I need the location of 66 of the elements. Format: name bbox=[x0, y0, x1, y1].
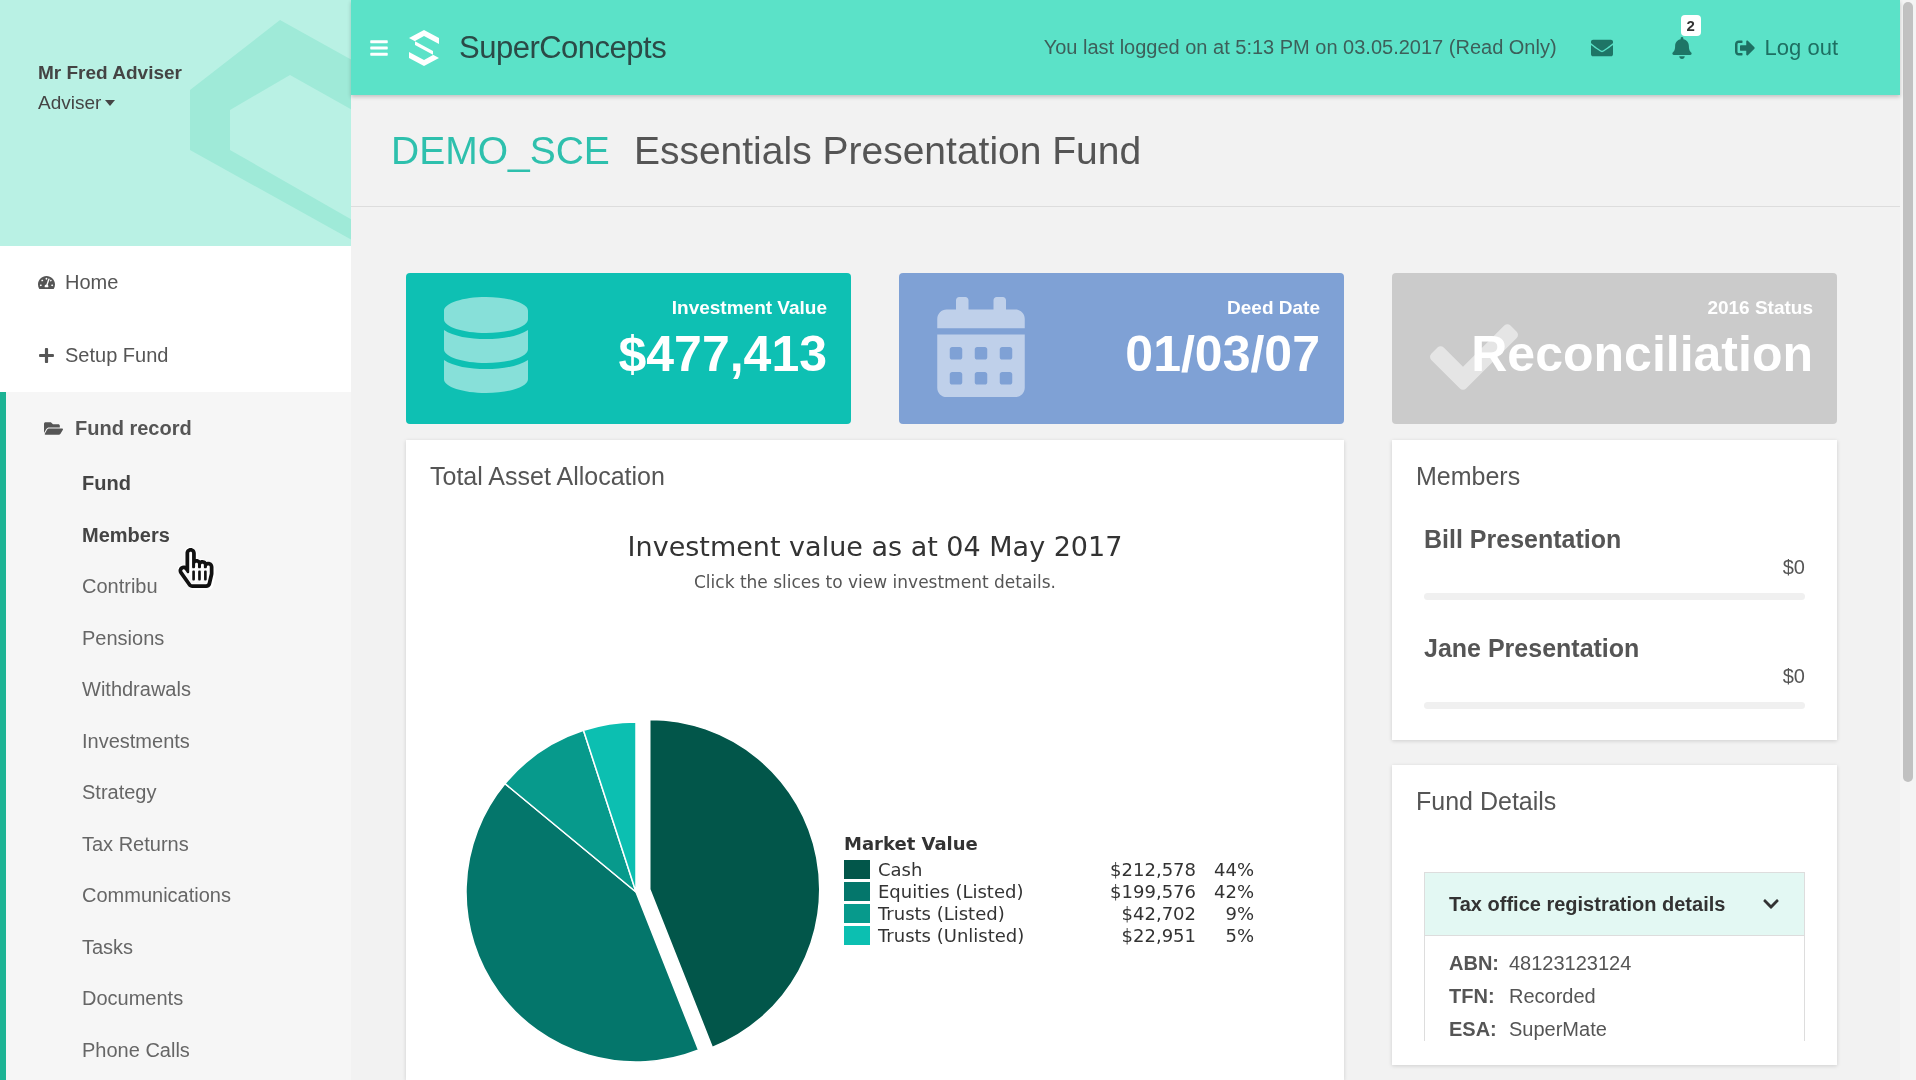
panel-title: Total Asset Allocation bbox=[430, 462, 665, 491]
member-balance: $0 bbox=[1781, 665, 1805, 688]
legend-percent: 5% bbox=[1224, 924, 1254, 946]
pie-slice[interactable] bbox=[504, 729, 637, 893]
nav-subitem[interactable]: Fund bbox=[82, 458, 131, 510]
nav-subitem[interactable]: Strategy bbox=[82, 767, 157, 819]
panel-title: Fund Details bbox=[1416, 787, 1558, 816]
chart-subtitle: Click the slices to view investment details. bbox=[693, 572, 1056, 592]
user-name: Mr Fred Adviser bbox=[38, 62, 183, 84]
role-dropdown[interactable]: Adviser bbox=[38, 92, 116, 114]
nav-subitem[interactable]: Documents bbox=[82, 973, 184, 1025]
pie-slice[interactable] bbox=[649, 718, 821, 1049]
nav-subitem[interactable]: Withdrawals bbox=[82, 664, 191, 716]
panel-title: Members bbox=[1416, 462, 1522, 491]
legend-label: Cash bbox=[878, 858, 924, 880]
fund-name: Essentials Presentation Fund bbox=[633, 128, 1142, 173]
pie-slice[interactable] bbox=[465, 782, 700, 1063]
legend-value: $199,576 bbox=[1109, 880, 1196, 902]
legend-label: Equities (Listed) bbox=[878, 880, 1025, 902]
fund-code: DEMO_SCE bbox=[391, 128, 610, 173]
legend-percent: 42% bbox=[1213, 880, 1254, 902]
member-name: Bill Presentation bbox=[1424, 525, 1623, 554]
detail-label: TFN: bbox=[1449, 985, 1496, 1008]
accordion-header[interactable]: Tax office registration details bbox=[1425, 873, 1804, 936]
detail-label: ABN: bbox=[1449, 952, 1500, 975]
nav-item[interactable]: Setup Fund bbox=[0, 319, 351, 392]
dashboard-icon bbox=[38, 274, 55, 291]
nav-subitem[interactable]: Tax Returns bbox=[82, 818, 189, 870]
nav-section[interactable]: Fund record bbox=[44, 406, 351, 450]
logout-button[interactable]: Log out bbox=[1728, 33, 1844, 62]
brand-name: SuperConcepts bbox=[459, 29, 667, 66]
hand-cursor-icon bbox=[176, 548, 216, 588]
legend-label: Trusts (Unlisted) bbox=[878, 924, 1025, 946]
member-balance: $0 bbox=[1781, 556, 1805, 579]
plus-icon bbox=[38, 347, 55, 364]
nav-subitem[interactable]: Communications bbox=[82, 870, 231, 922]
detail-label: ESA: bbox=[1449, 1018, 1498, 1041]
nav-subitem[interactable]: Members bbox=[82, 509, 170, 561]
caret-icon bbox=[105, 100, 116, 106]
detail-value: SuperMate bbox=[1509, 1018, 1608, 1041]
detail-value: 48123123124 bbox=[1509, 952, 1633, 975]
pie-slice[interactable] bbox=[582, 721, 637, 893]
chart-title: Investment value as at 04 May 2017 bbox=[627, 531, 1123, 562]
legend-title: Market Value bbox=[844, 832, 979, 854]
stat-value: 01/03/07 bbox=[1125, 325, 1320, 383]
detail-value: Recorded bbox=[1509, 985, 1597, 1008]
nav-item[interactable]: Home bbox=[0, 246, 351, 319]
notifications-button[interactable] bbox=[1670, 36, 1693, 59]
notification-count: 2 bbox=[1680, 14, 1701, 36]
member-name: Jane Presentation bbox=[1424, 634, 1641, 663]
nav-subitem[interactable]: Investments bbox=[82, 715, 190, 767]
nav-subitem[interactable]: Phone Calls bbox=[82, 1024, 190, 1076]
nav-subitem[interactable]: Tasks bbox=[82, 921, 134, 973]
logo-icon bbox=[407, 27, 441, 68]
legend-label: Trusts (Listed) bbox=[878, 902, 1006, 924]
legend-percent: 9% bbox=[1224, 902, 1254, 924]
nav-subitem[interactable]: Contribu bbox=[82, 561, 158, 613]
legend-value: $212,578 bbox=[1109, 858, 1196, 880]
legend-value: $22,951 bbox=[1120, 924, 1196, 946]
stat-label: Deed Date bbox=[1227, 297, 1320, 319]
nav-subitem[interactable]: Pensions bbox=[82, 612, 165, 664]
legend-percent: 44% bbox=[1213, 858, 1254, 880]
last-login-text: You last logged on at 5:13 PM on 03.05.2017 (Read Only) bbox=[1043, 36, 1557, 60]
stat-value: $477,413 bbox=[618, 325, 827, 383]
stat-label: Investment Value bbox=[671, 297, 827, 319]
legend-value: $42,702 bbox=[1120, 902, 1196, 924]
